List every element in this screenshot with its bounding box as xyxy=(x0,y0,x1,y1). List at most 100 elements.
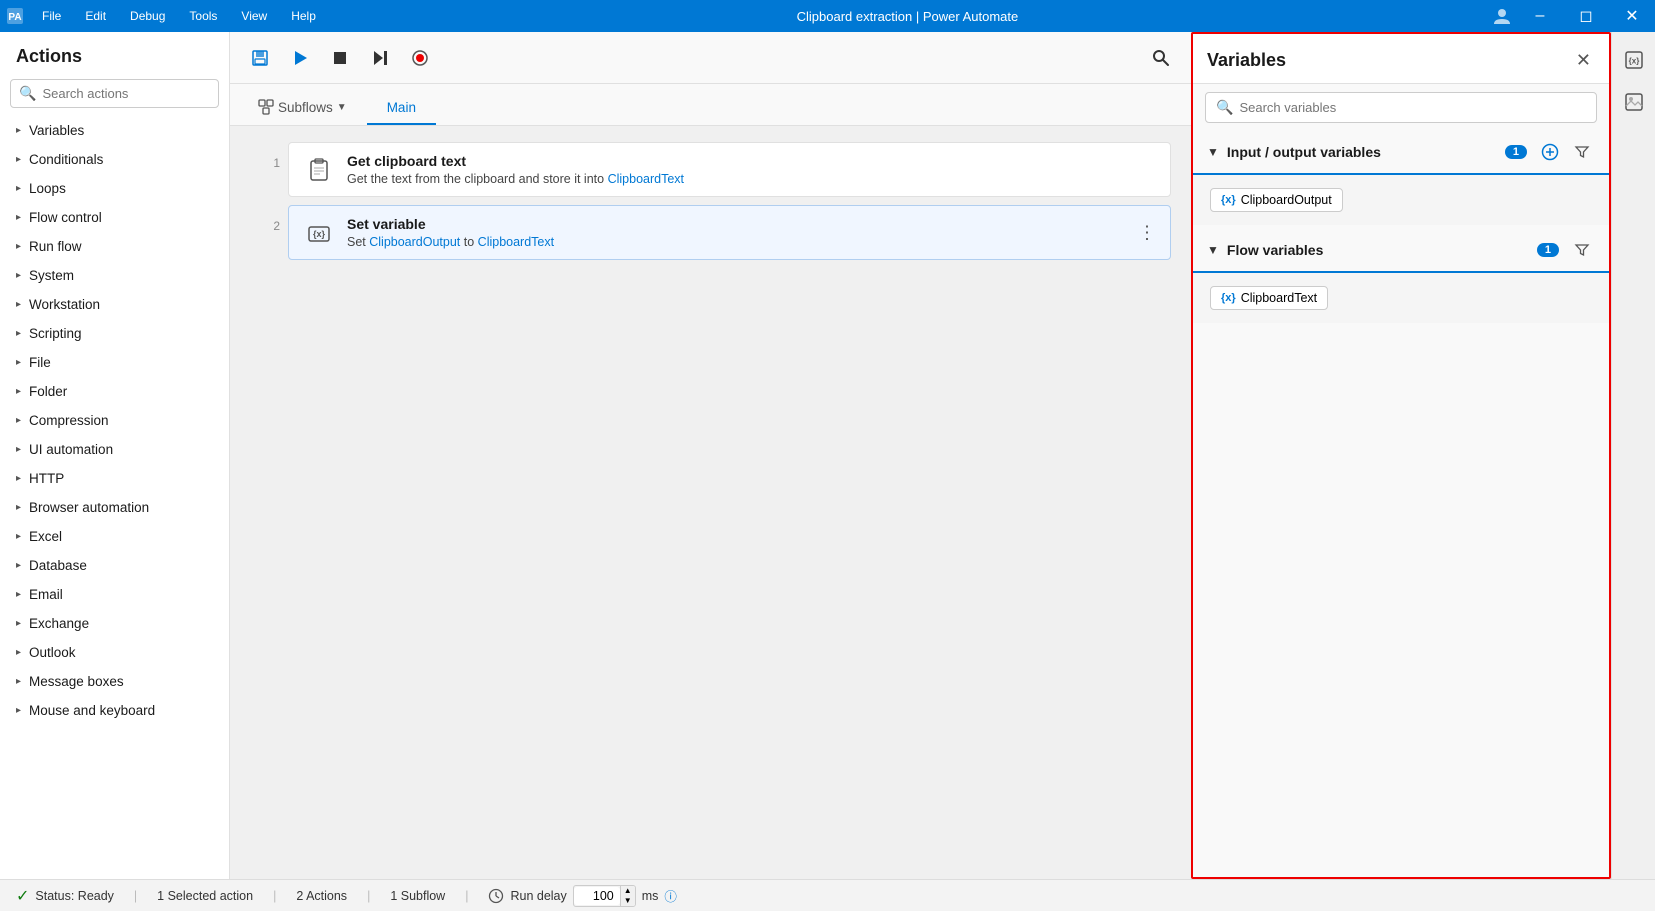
tab-subflows[interactable]: Subflows ▼ xyxy=(238,91,367,125)
action-item-workstation[interactable]: ▸Workstation xyxy=(0,290,229,319)
close-button[interactable]: ✕ xyxy=(1609,0,1655,32)
clipboard-text-chip[interactable]: {x} ClipboardText xyxy=(1210,286,1328,310)
action-item-file[interactable]: ▸File xyxy=(0,348,229,377)
chevron-icon: ▸ xyxy=(16,531,21,542)
variables-search-box[interactable]: 🔍 xyxy=(1205,92,1597,123)
menu-file[interactable]: File xyxy=(30,0,73,32)
step-content-1: Get clipboard text Get the text from the… xyxy=(347,153,1156,186)
flow-variables-body: {x} ClipboardText xyxy=(1193,273,1609,323)
action-item-flowcontrol[interactable]: ▸Flow control xyxy=(0,203,229,232)
run-delay-label: Run delay xyxy=(510,889,566,903)
maximize-button[interactable]: ◻ xyxy=(1563,0,1609,32)
clipboard-text-link-2[interactable]: ClipboardText xyxy=(478,235,554,249)
status-bar: ✓ Status: Ready | 1 Selected action | 2 … xyxy=(0,879,1655,911)
actions-panel: Actions 🔍 ▸Variables ▸Conditionals ▸Loop… xyxy=(0,32,230,879)
side-variables-button[interactable]: {x} xyxy=(1616,42,1652,78)
action-item-system[interactable]: ▸System xyxy=(0,261,229,290)
action-item-loops[interactable]: ▸Loops xyxy=(0,174,229,203)
toolbar xyxy=(230,32,1191,84)
clipboard-output-link[interactable]: ClipboardOutput xyxy=(369,235,460,249)
action-item-email[interactable]: ▸Email xyxy=(0,580,229,609)
delay-down-button[interactable]: ▼ xyxy=(621,896,635,906)
chevron-icon: ▸ xyxy=(16,705,21,716)
action-item-exchange[interactable]: ▸Exchange xyxy=(0,609,229,638)
canvas-search-button[interactable] xyxy=(1143,40,1179,76)
step-more-button[interactable]: ⋮ xyxy=(1134,218,1160,247)
action-item-browser[interactable]: ▸Browser automation xyxy=(0,493,229,522)
step-number-2: 2 xyxy=(250,205,280,233)
canvas-area: Subflows ▼ Main 1 Get clipboard xyxy=(230,84,1191,879)
side-images-button[interactable] xyxy=(1616,84,1652,120)
action-item-variables[interactable]: ▸Variables xyxy=(0,116,229,145)
search-icon: 🔍 xyxy=(19,85,36,102)
search-actions-input[interactable] xyxy=(42,86,210,101)
delay-up-button[interactable]: ▲ xyxy=(621,886,635,896)
chevron-icon: ▸ xyxy=(16,502,21,513)
window-controls: – ◻ ✕ xyxy=(1487,0,1655,32)
action-item-mouse[interactable]: ▸Mouse and keyboard xyxy=(0,696,229,725)
step-content-2: Set variable Set ClipboardOutput to Clip… xyxy=(347,216,1156,249)
record-button[interactable] xyxy=(402,40,438,76)
action-item-compression[interactable]: ▸Compression xyxy=(0,406,229,435)
action-item-scripting[interactable]: ▸Scripting xyxy=(0,319,229,348)
clipboard-icon xyxy=(303,154,335,186)
action-item-messageboxes[interactable]: ▸Message boxes xyxy=(0,667,229,696)
menu-debug[interactable]: Debug xyxy=(118,0,177,32)
minimize-button[interactable]: – xyxy=(1517,0,1563,32)
action-item-http[interactable]: ▸HTTP xyxy=(0,464,229,493)
menu-help[interactable]: Help xyxy=(279,0,328,32)
tabs-bar: Subflows ▼ Main xyxy=(230,84,1191,126)
subflows-chevron-icon: ▼ xyxy=(337,102,347,113)
tab-main[interactable]: Main xyxy=(367,92,436,125)
search-variables-input[interactable] xyxy=(1239,100,1586,115)
input-output-section-header[interactable]: ▼ Input / output variables 1 xyxy=(1193,131,1609,175)
user-icon[interactable] xyxy=(1487,0,1517,32)
chevron-icon: ▸ xyxy=(16,270,21,281)
flow-variables-section: ▼ Flow variables 1 {x} ClipboardText xyxy=(1193,229,1609,323)
selected-actions-text: 1 Selected action xyxy=(157,889,253,903)
action-item-outlook[interactable]: ▸Outlook xyxy=(0,638,229,667)
title-bar: PA File Edit Debug Tools View Help Clipb… xyxy=(0,0,1655,32)
run-delay-section: Run delay ▲ ▼ ms ⓘ xyxy=(488,885,676,907)
run-delay-input[interactable] xyxy=(574,887,620,905)
save-button[interactable] xyxy=(242,40,278,76)
actions-search-box[interactable]: 🔍 xyxy=(10,79,219,108)
main-container: Actions 🔍 ▸Variables ▸Conditionals ▸Loop… xyxy=(0,32,1655,879)
stop-button[interactable] xyxy=(322,40,358,76)
action-item-conditionals[interactable]: ▸Conditionals xyxy=(0,145,229,174)
clipboard-output-chip[interactable]: {x} ClipboardOutput xyxy=(1210,188,1343,212)
total-actions-text: 2 Actions xyxy=(296,889,347,903)
run-button[interactable] xyxy=(282,40,318,76)
variables-close-button[interactable]: ✕ xyxy=(1572,46,1595,75)
svg-text:{x}: {x} xyxy=(313,229,326,239)
info-icon[interactable]: ⓘ xyxy=(664,886,677,905)
chevron-icon: ▸ xyxy=(16,154,21,165)
step-card-2[interactable]: {x} Set variable Set ClipboardOutput to … xyxy=(288,205,1171,260)
filter-flow-button[interactable] xyxy=(1569,237,1595,263)
actions-list: ▸Variables ▸Conditionals ▸Loops ▸Flow co… xyxy=(0,116,229,879)
flow-variables-section-header[interactable]: ▼ Flow variables 1 xyxy=(1193,229,1609,273)
action-item-runflow[interactable]: ▸Run flow xyxy=(0,232,229,261)
menu-tools[interactable]: Tools xyxy=(177,0,229,32)
variable-icon: {x} xyxy=(303,217,335,249)
action-item-excel[interactable]: ▸Excel xyxy=(0,522,229,551)
menu-view[interactable]: View xyxy=(229,0,279,32)
chevron-icon: ▸ xyxy=(16,473,21,484)
flow-step-1: 1 Get clipboard text Get the text from t… xyxy=(250,142,1171,197)
clipboard-text-link-1[interactable]: ClipboardText xyxy=(608,172,684,186)
clipboard-text-label: ClipboardText xyxy=(1241,291,1317,305)
step-button[interactable] xyxy=(362,40,398,76)
variables-search-icon: 🔍 xyxy=(1216,99,1233,116)
step-card-1[interactable]: Get clipboard text Get the text from the… xyxy=(288,142,1171,197)
add-variable-button[interactable] xyxy=(1537,139,1563,165)
filter-io-button[interactable] xyxy=(1569,139,1595,165)
chevron-icon: ▸ xyxy=(16,386,21,397)
action-item-database[interactable]: ▸Database xyxy=(0,551,229,580)
variables-header: Variables ✕ xyxy=(1193,34,1609,84)
action-item-uiautomation[interactable]: ▸UI automation xyxy=(0,435,229,464)
action-item-folder[interactable]: ▸Folder xyxy=(0,377,229,406)
status-text: Status: Ready xyxy=(35,889,114,903)
step-desc-1: Get the text from the clipboard and stor… xyxy=(347,172,1156,186)
chevron-icon: ▸ xyxy=(16,415,21,426)
menu-edit[interactable]: Edit xyxy=(73,0,118,32)
